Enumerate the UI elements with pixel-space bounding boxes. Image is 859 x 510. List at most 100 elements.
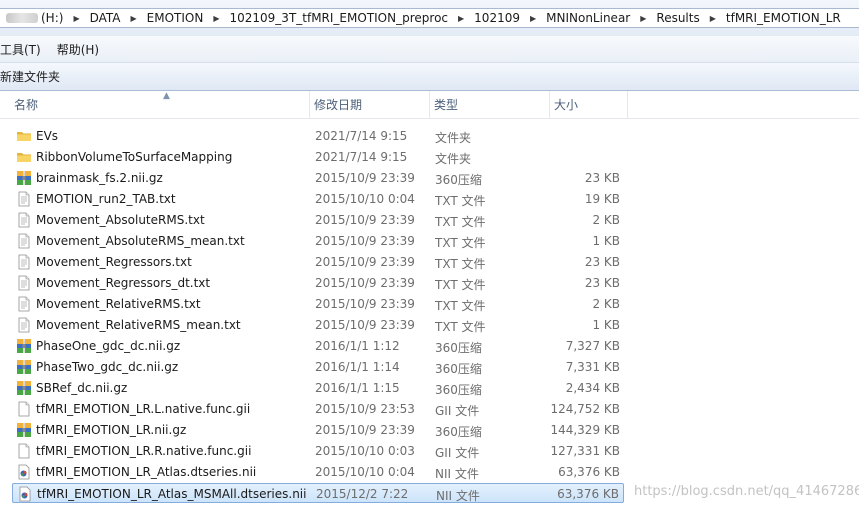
file-row[interactable]: tfMRI_EMOTION_LR_Atlas.dtseries.nii 2015/… xyxy=(12,462,624,482)
watermark: https://blog.csdn.net/qq_41467286 xyxy=(634,484,859,499)
file-date: 2015/10/9 23:53 xyxy=(315,402,415,416)
column-header-name[interactable]: 名称 ▲ xyxy=(10,91,310,118)
file-row[interactable]: Movement_RelativeRMS_mean.txt 2015/10/9 2… xyxy=(12,315,624,335)
file-size: 127,331 KB xyxy=(550,444,620,458)
breadcrumb[interactable]: (H:) ▶ DATA ▶ EMOTION ▶ 102109_3T_tfMRI_… xyxy=(0,8,859,28)
column-header-row: 名称 ▲ 修改日期 类型 大小 xyxy=(0,91,859,119)
file-type: 360压缩 xyxy=(435,383,482,397)
file-name: brainmask_fs.2.nii.gz xyxy=(36,171,163,185)
text-file-icon xyxy=(16,296,32,312)
file-name: tfMRI_EMOTION_LR_Atlas.dtseries.nii xyxy=(36,465,257,479)
file-date: 2015/10/9 23:39 xyxy=(315,171,415,185)
file-size: 1 KB xyxy=(592,234,620,248)
blank-file-icon xyxy=(16,401,32,417)
folder-icon xyxy=(16,149,32,165)
file-type: TXT 文件 xyxy=(435,257,486,271)
file-size: 2 KB xyxy=(592,213,620,227)
chevron-right-icon[interactable]: ▶ xyxy=(703,14,723,23)
folder-icon xyxy=(16,128,32,144)
breadcrumb-item[interactable]: tfMRI_EMOTION_LR xyxy=(723,11,844,25)
text-file-icon xyxy=(16,275,32,291)
file-date: 2016/1/1 1:14 xyxy=(315,360,400,374)
file-type: 360压缩 xyxy=(435,341,482,355)
file-date: 2016/1/1 1:12 xyxy=(315,339,400,353)
redacted-drive-label xyxy=(6,13,38,23)
file-size: 124,752 KB xyxy=(550,402,620,416)
file-row[interactable]: Movement_AbsoluteRMS_mean.txt 2015/10/9 2… xyxy=(12,231,624,251)
file-row[interactable]: SBRef_dc.nii.gz 2016/1/1 1:15 360压缩 2,434 K… xyxy=(12,378,624,398)
nii-file-icon xyxy=(17,486,33,502)
file-size: 23 KB xyxy=(584,276,620,290)
column-header-size[interactable]: 大小 xyxy=(550,91,628,118)
archive-icon xyxy=(16,380,32,396)
file-row[interactable]: Movement_Regressors.txt 2015/10/9 23:39 TX… xyxy=(12,252,624,272)
chevron-right-icon[interactable]: ▶ xyxy=(124,14,144,23)
breadcrumb-item[interactable]: Results xyxy=(653,11,702,25)
file-row[interactable]: PhaseTwo_gdc_dc.nii.gz 2016/1/1 1:14 360压缩… xyxy=(12,357,624,377)
chevron-right-icon[interactable]: ▶ xyxy=(451,14,471,23)
text-file-icon xyxy=(16,191,32,207)
chevron-right-icon[interactable]: ▶ xyxy=(206,14,226,23)
new-folder-button[interactable]: 新建文件夹 xyxy=(0,68,60,85)
blank-file-icon xyxy=(16,443,32,459)
file-list: EVs 2021/7/14 9:15 文件夹 RibbonVolumeToSurfac… xyxy=(0,126,859,510)
archive-icon xyxy=(16,359,32,375)
command-bar: 新建文件夹 xyxy=(0,63,859,91)
file-name: EMOTION_run2_TAB.txt xyxy=(36,192,176,206)
breadcrumb-item[interactable]: EMOTION xyxy=(144,11,207,25)
file-name: tfMRI_EMOTION_LR.L.native.func.gii xyxy=(36,402,251,416)
column-header-type-label: 类型 xyxy=(434,98,459,112)
file-name: Movement_RelativeRMS_mean.txt xyxy=(36,318,241,332)
file-row[interactable]: Movement_RelativeRMS.txt 2015/10/9 23:39 T… xyxy=(12,294,624,314)
file-type: GII 文件 xyxy=(435,446,480,460)
file-row[interactable]: EVs 2021/7/14 9:15 文件夹 xyxy=(12,126,624,146)
text-file-icon xyxy=(16,212,32,228)
file-date: 2015/12/2 7:22 xyxy=(316,487,409,501)
file-row[interactable]: brainmask_fs.2.nii.gz 2015/10/9 23:39 360压… xyxy=(12,168,624,188)
nii-file-icon xyxy=(16,464,32,480)
file-type: TXT 文件 xyxy=(435,215,486,229)
file-row-selected[interactable]: tfMRI_EMOTION_LR_Atlas_MSMAll.dtseries.n… xyxy=(12,483,624,503)
file-row[interactable]: Movement_AbsoluteRMS.txt 2015/10/9 23:39 T… xyxy=(12,210,624,230)
column-header-type[interactable]: 类型 xyxy=(430,91,550,118)
file-type: 360压缩 xyxy=(435,173,482,187)
breadcrumb-item[interactable]: 102109 xyxy=(471,11,523,25)
file-date: 2015/10/10 0:04 xyxy=(315,465,415,479)
column-header-name-label: 名称 xyxy=(14,98,39,112)
file-type: TXT 文件 xyxy=(435,299,486,313)
file-row[interactable]: RibbonVolumeToSurfaceMapping 2021/7/14 9:… xyxy=(12,147,624,167)
file-type: 360压缩 xyxy=(435,425,482,439)
chevron-right-icon[interactable]: ▶ xyxy=(523,14,543,23)
chevron-right-icon[interactable]: ▶ xyxy=(633,14,653,23)
file-row[interactable]: PhaseOne_gdc_dc.nii.gz 2016/1/1 1:12 360压缩… xyxy=(12,336,624,356)
file-size: 1 KB xyxy=(592,318,620,332)
column-header-date[interactable]: 修改日期 xyxy=(310,91,430,118)
file-row[interactable]: Movement_Regressors_dt.txt 2015/10/9 23:3… xyxy=(12,273,624,293)
file-date: 2015/10/9 23:39 xyxy=(315,213,415,227)
file-row[interactable]: EMOTION_run2_TAB.txt 2015/10/10 0:04 TXT 文… xyxy=(12,189,624,209)
text-file-icon xyxy=(16,317,32,333)
file-size: 2,434 KB xyxy=(565,381,620,395)
file-type: TXT 文件 xyxy=(435,236,486,250)
file-type: TXT 文件 xyxy=(435,194,486,208)
file-row[interactable]: tfMRI_EMOTION_LR.L.native.func.gii 2015/1… xyxy=(12,399,624,419)
file-size: 23 KB xyxy=(584,171,620,185)
file-row[interactable]: tfMRI_EMOTION_LR.nii.gz 2015/10/9 23:39 36… xyxy=(12,420,624,440)
file-row[interactable]: tfMRI_EMOTION_LR.R.native.func.gii 2015/1… xyxy=(12,441,624,461)
chevron-right-icon[interactable]: ▶ xyxy=(66,14,86,23)
text-file-icon xyxy=(16,233,32,249)
file-name: Movement_Regressors_dt.txt xyxy=(36,276,211,290)
file-date: 2015/10/9 23:39 xyxy=(315,234,415,248)
file-name: tfMRI_EMOTION_LR.R.native.func.gii xyxy=(36,444,252,458)
breadcrumb-item[interactable]: (H:) xyxy=(38,11,66,25)
breadcrumb-item[interactable]: DATA xyxy=(87,11,124,25)
breadcrumb-item[interactable]: MNINonLinear xyxy=(543,11,633,25)
file-size: 144,329 KB xyxy=(550,423,620,437)
text-file-icon xyxy=(16,254,32,270)
menu-help[interactable]: 帮助(H) xyxy=(57,41,115,58)
file-name: EVs xyxy=(36,129,59,143)
file-type: 360压缩 xyxy=(435,362,482,376)
menu-tools[interactable]: 工具(T) xyxy=(0,41,57,58)
breadcrumb-item[interactable]: 102109_3T_tfMRI_EMOTION_preproc xyxy=(227,11,452,25)
file-name: RibbonVolumeToSurfaceMapping xyxy=(36,150,233,164)
